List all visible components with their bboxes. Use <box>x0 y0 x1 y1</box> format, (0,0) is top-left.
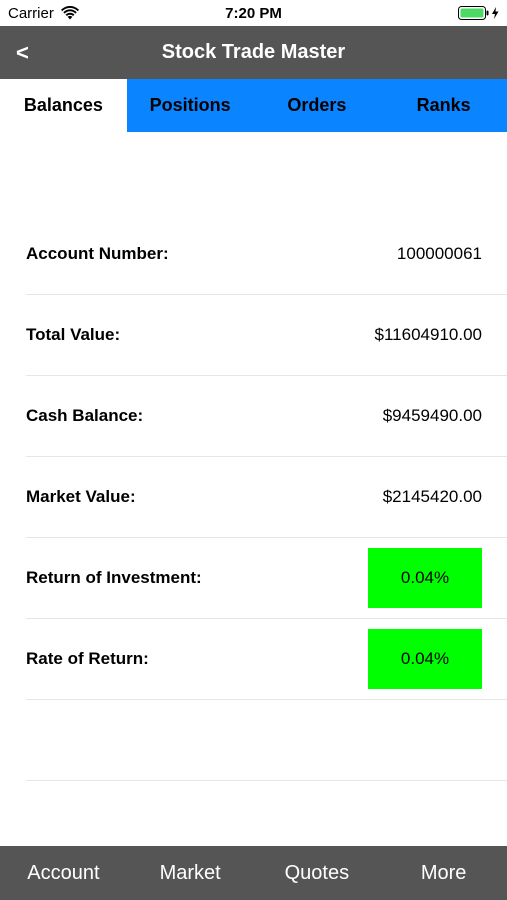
total-value-label: Total Value: <box>26 325 121 344</box>
return-of-investment-label: Return of Investment: <box>26 568 202 587</box>
tab-balances[interactable]: Balances <box>0 79 127 132</box>
total-value-value: $11604910.00 <box>374 325 482 344</box>
bottom-tab-market[interactable]: Market <box>127 846 254 900</box>
market-value-row: Market Value: $2145420.00 <box>26 457 507 538</box>
bottom-tab-bar: Account Market Quotes More <box>0 846 507 900</box>
market-value-value: $2145420.00 <box>382 487 482 506</box>
account-number-row: Account Number: 100000061 <box>26 214 507 295</box>
bottom-tab-account[interactable]: Account <box>0 846 127 900</box>
return-of-investment-row: Return of Investment: 0.04% <box>26 538 507 619</box>
total-value-row: Total Value: $11604910.00 <box>26 295 507 376</box>
account-number-label: Account Number: <box>26 244 169 263</box>
bottom-tab-quotes[interactable]: Quotes <box>254 846 381 900</box>
tab-positions[interactable]: Positions <box>127 79 254 132</box>
battery-charging-icon <box>458 6 499 20</box>
tab-ranks[interactable]: Ranks <box>380 79 507 132</box>
status-time: 7:20 PM <box>225 5 282 22</box>
cash-balance-value: $9459490.00 <box>382 406 482 425</box>
navigation-bar: < Stock Trade Master <box>0 26 507 79</box>
bottom-tab-more[interactable]: More <box>380 846 507 900</box>
rate-of-return-badge: 0.04% <box>368 629 482 689</box>
tab-orders[interactable]: Orders <box>254 79 381 132</box>
rate-of-return-row: Rate of Return: 0.04% <box>26 619 507 700</box>
rate-of-return-label: Rate of Return: <box>26 649 149 668</box>
market-value-label: Market Value: <box>26 487 136 506</box>
account-number-value: 100000061 <box>396 244 482 263</box>
segment-tabs: Balances Positions Orders Ranks <box>0 79 507 132</box>
balances-list: Account Number: 100000061 Total Value: $… <box>26 214 507 781</box>
return-of-investment-badge: 0.04% <box>368 548 482 608</box>
status-bar: Carrier 7:20 PM <box>0 0 507 26</box>
page-title: Stock Trade Master <box>161 41 346 63</box>
empty-row <box>26 700 507 781</box>
cash-balance-label: Cash Balance: <box>26 406 144 425</box>
cash-balance-row: Cash Balance: $9459490.00 <box>26 376 507 457</box>
